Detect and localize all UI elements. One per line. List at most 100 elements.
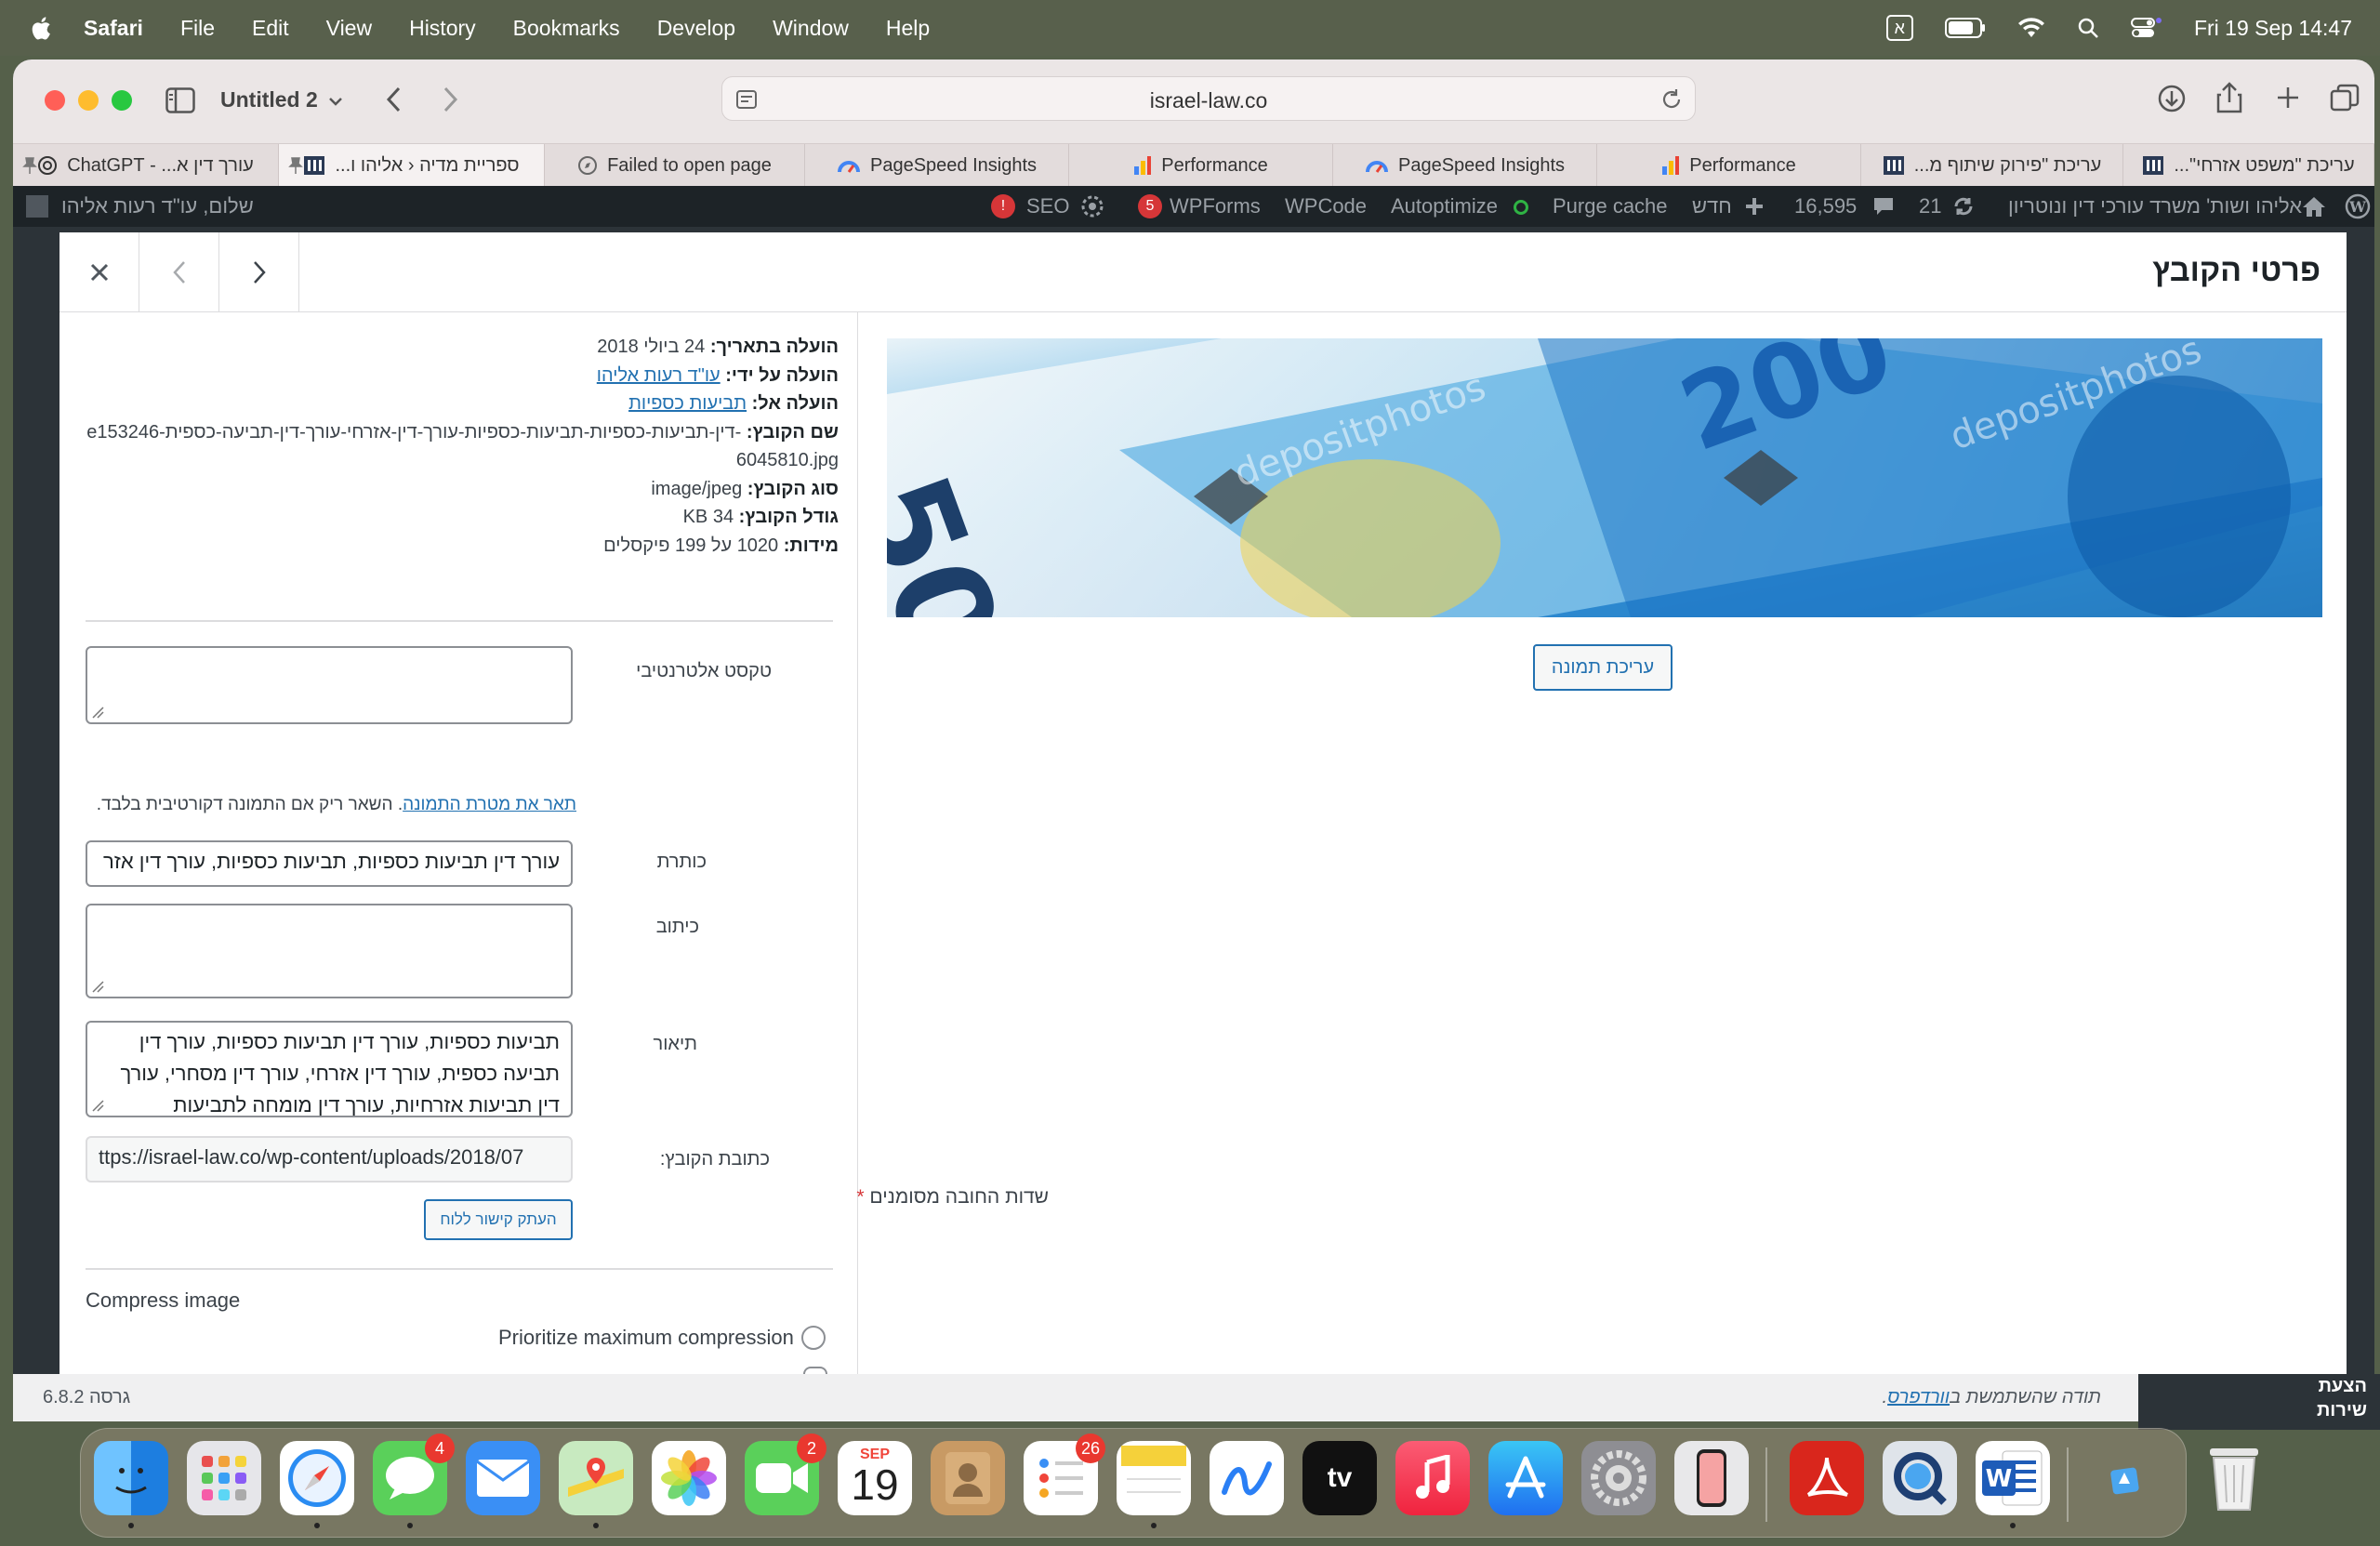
reminders-icon[interactable]: 26 [1024,1434,1105,1515]
tab-media-library[interactable]: ספריית מדיה ‹ אליהו ו... [279,144,545,187]
tab-performance-1[interactable]: Performance [1069,144,1333,187]
compression-radio[interactable] [800,1326,826,1350]
trash-icon[interactable] [2197,1441,2271,1515]
admin-seo[interactable]: SEO [1026,194,1069,218]
describe-purpose-link[interactable]: תאר את מטרת התמונה [403,795,576,814]
edit-image-button[interactable]: עריכת תמונה [1533,644,1673,691]
acrobat-icon[interactable] [1790,1441,1864,1515]
photos-icon[interactable] [652,1441,726,1515]
finder-icon[interactable] [94,1441,168,1528]
share-icon[interactable] [2216,82,2242,113]
avatar[interactable] [26,195,48,218]
admin-wpforms[interactable]: WPForms [1170,194,1261,218]
messages-icon[interactable]: 4 [373,1434,455,1528]
downloads-stack-icon[interactable] [2087,1441,2162,1515]
file-url-input[interactable]: ttps://israel-law.co/wp-content/uploads/… [86,1136,573,1183]
compression-option[interactable]: Prioritize maximum compression [498,1326,826,1350]
safari-icon[interactable] [280,1441,354,1528]
freeform-icon[interactable] [1210,1441,1284,1515]
tab-edit-post-1[interactable]: עריכת "פירוק שיתוף מ... [1861,144,2123,187]
previous-media-button[interactable] [139,232,219,312]
sidebar-toggle-icon[interactable] [165,87,195,113]
alt-text-textarea[interactable] [86,646,573,724]
launchpad-icon[interactable] [187,1441,261,1515]
notes-icon[interactable] [1117,1441,1191,1528]
resize-grip-icon[interactable] [91,706,104,719]
uploaded-to-link[interactable]: תביעות כספיות [628,393,747,414]
wifi-icon[interactable] [2017,17,2045,39]
iphone-mirroring-icon[interactable] [1674,1441,1749,1515]
music-icon[interactable] [1395,1441,1470,1515]
updates-icon[interactable] [1952,195,1975,218]
battery-icon[interactable] [1944,18,1986,38]
tab-chatgpt[interactable]: עורך דין א... - ChatGPT [13,144,279,187]
admin-site-name[interactable]: אליהו ושות' משרד עורכי דין ונוטריון [2008,194,2302,218]
tab-failed-page[interactable]: Failed to open page [545,144,805,187]
spotlight-search-icon[interactable] [2077,17,2099,39]
admin-new[interactable]: חדש [1692,194,1732,218]
home-icon[interactable] [2302,195,2326,218]
admin-comments-count[interactable]: 16,595 [1794,194,1857,218]
input-source-indicator[interactable]: א [1885,15,1913,41]
tab-group-title[interactable]: Untitled 2 [220,87,318,112]
control-center-icon[interactable] [2130,17,2162,39]
maps-icon[interactable] [559,1441,633,1528]
menu-history[interactable]: History [409,16,476,41]
system-settings-icon[interactable] [1581,1441,1656,1515]
tab-edit-post-2[interactable]: עריכת "משפט אזרחי"... [2123,144,2374,187]
mail-icon[interactable] [466,1441,540,1515]
apple-tv-icon[interactable]: tv [1302,1441,1377,1515]
reload-icon[interactable] [1659,87,1684,112]
wordpress-logo-icon[interactable]: W [2345,193,2371,219]
admin-wpcode[interactable]: WPCode [1285,194,1367,218]
quicktime-icon[interactable] [1883,1441,1957,1515]
chevron-down-icon[interactable] [328,96,343,107]
title-input[interactable]: עורך דין תביעות כספיות, תביעות כספיות, ע… [86,840,573,887]
downloads-icon[interactable] [2157,84,2187,113]
menu-clock[interactable]: Fri 19 Sep 14:47 [2194,16,2352,41]
word-icon[interactable]: W [1976,1441,2050,1528]
close-window-button[interactable] [45,90,65,111]
back-button-icon[interactable] [385,86,403,113]
menu-bookmarks[interactable]: Bookmarks [513,16,620,41]
minimize-window-button[interactable] [78,90,99,111]
admin-updates-count[interactable]: 21 [1919,194,1941,218]
menu-view[interactable]: View [326,16,372,41]
menu-file[interactable]: File [180,16,215,41]
description-textarea[interactable]: תביעות כספיות, עורך דין תביעות כספיות, ע… [86,1021,573,1117]
comment-icon[interactable] [1872,196,1895,217]
url-text[interactable]: israel-law.co [722,88,1695,113]
forward-button-icon[interactable] [441,86,459,113]
tab-performance-2[interactable]: Performance [1597,144,1861,187]
next-media-button[interactable] [219,232,299,312]
zoom-window-button[interactable] [112,90,132,111]
menu-develop[interactable]: Develop [657,16,735,41]
wordpress-link[interactable]: וורדפרס [1887,1387,1950,1407]
copy-url-button[interactable]: העתק קישור ללוח [424,1199,573,1240]
apple-menu-icon[interactable] [30,15,52,41]
resize-grip-icon[interactable] [91,1099,104,1112]
admin-autoptimize[interactable]: Autoptimize [1391,194,1498,218]
menu-app-name[interactable]: Safari [84,16,143,41]
menu-window[interactable]: Window [773,16,849,41]
tab-pagespeed-2[interactable]: PageSpeed Insights [1333,144,1597,187]
resize-grip-icon[interactable] [91,980,104,993]
caption-textarea[interactable] [86,904,573,998]
menu-edit[interactable]: Edit [252,16,289,41]
plus-icon[interactable] [1744,196,1765,217]
uploaded-by-link[interactable]: עו"ד רעות אליהו [597,365,721,386]
compression-radio-second[interactable] [803,1367,827,1374]
app-store-icon[interactable] [1488,1441,1563,1515]
facetime-icon[interactable]: 2 [745,1434,826,1515]
calendar-icon[interactable]: SEP 19 [838,1441,912,1515]
close-modal-button[interactable] [60,232,139,312]
footer-version: גרסה 6.8.2 [43,1387,131,1407]
admin-greeting[interactable]: שלום, עו"ד רעות אליהו [61,194,254,218]
menu-help[interactable]: Help [886,16,930,41]
contacts-icon[interactable] [931,1441,1005,1515]
address-bar[interactable]: israel-law.co [721,76,1696,121]
tab-overview-icon[interactable] [2330,84,2360,112]
tab-pagespeed-1[interactable]: PageSpeed Insights [805,144,1069,187]
new-tab-icon[interactable] [2276,86,2300,110]
admin-purge-cache[interactable]: Purge cache [1553,194,1668,218]
